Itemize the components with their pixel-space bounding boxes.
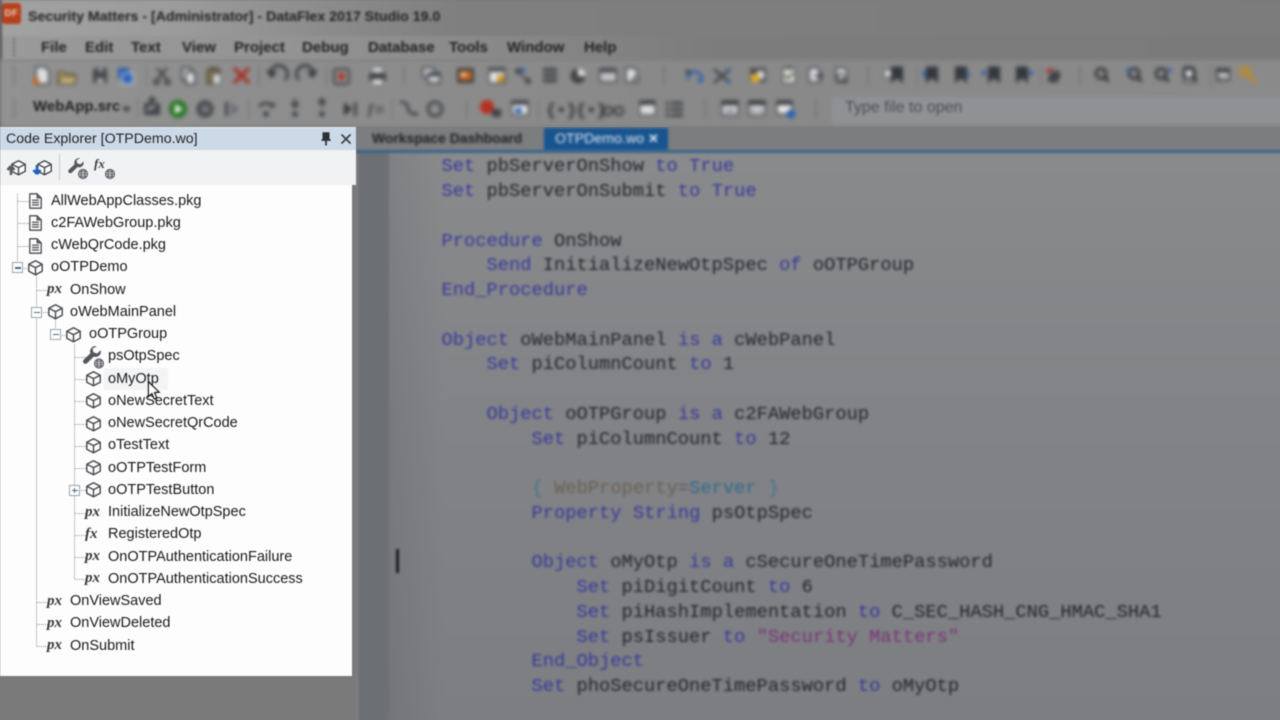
svg-text:fx: fx bbox=[94, 156, 105, 171]
